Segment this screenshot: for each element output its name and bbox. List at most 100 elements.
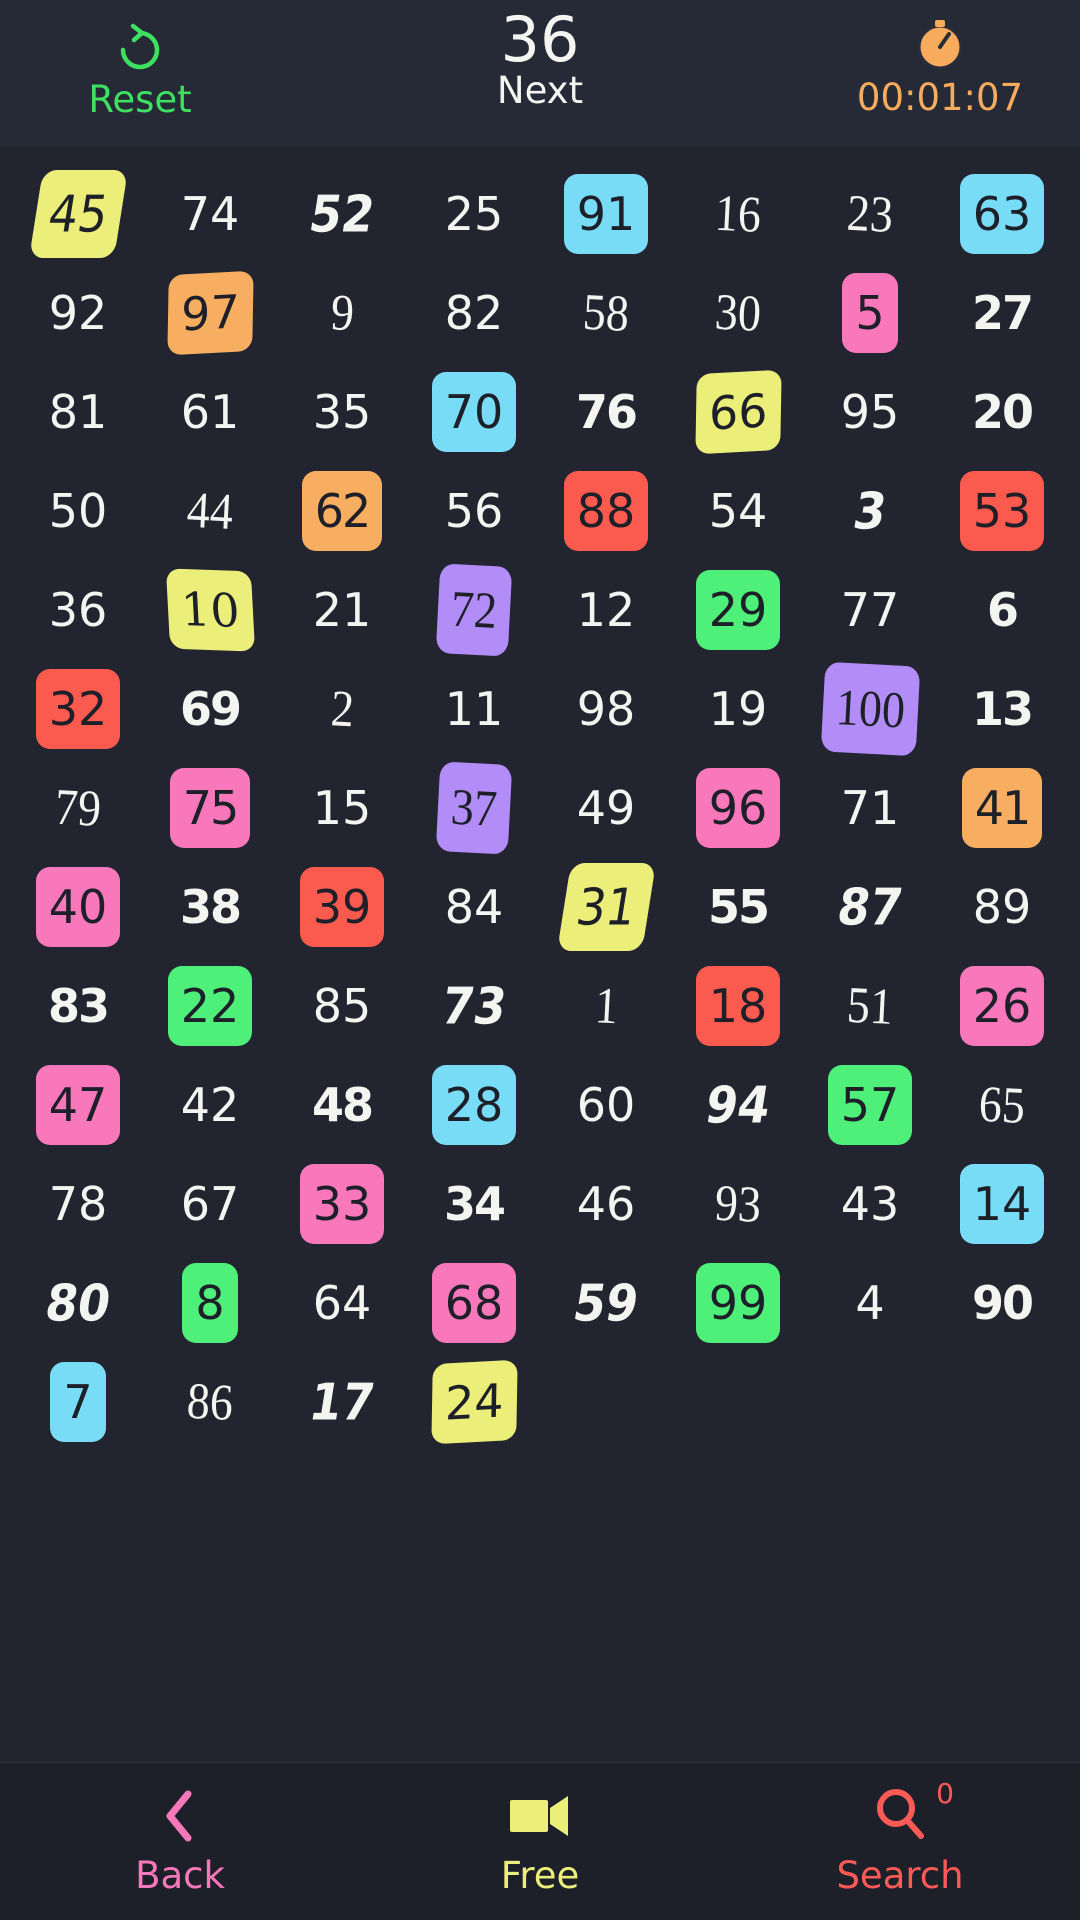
- number-tile[interactable]: 28: [431, 1064, 517, 1145]
- grid-cell[interactable]: 64: [276, 1253, 408, 1352]
- number-tile[interactable]: 30: [700, 266, 777, 359]
- grid-cell[interactable]: 93: [672, 1154, 804, 1253]
- grid-cell[interactable]: 86: [144, 1352, 276, 1451]
- grid-cell[interactable]: 49: [540, 758, 672, 857]
- number-tile[interactable]: 99: [695, 1262, 781, 1343]
- number-tile[interactable]: 69: [167, 669, 253, 749]
- grid-cell[interactable]: 66: [672, 362, 804, 461]
- number-tile[interactable]: 93: [700, 1157, 777, 1250]
- number-tile[interactable]: 49: [564, 768, 649, 848]
- grid-cell[interactable]: 1: [540, 956, 672, 1055]
- number-tile[interactable]: 55: [695, 867, 781, 947]
- grid-cell[interactable]: 44: [144, 461, 276, 560]
- grid-cell[interactable]: 62: [276, 461, 408, 560]
- number-tile[interactable]: 91: [563, 173, 649, 254]
- number-tile[interactable]: 39: [299, 866, 385, 947]
- number-tile[interactable]: 34: [431, 1164, 517, 1244]
- number-tile[interactable]: 95: [828, 372, 913, 452]
- number-tile[interactable]: 66: [695, 369, 781, 454]
- reset-button[interactable]: Reset: [40, 8, 240, 121]
- grid-cell[interactable]: 96: [672, 758, 804, 857]
- grid-cell[interactable]: 9: [276, 263, 408, 362]
- grid-cell[interactable]: 51: [804, 956, 936, 1055]
- number-tile[interactable]: 33: [299, 1163, 385, 1244]
- number-tile[interactable]: 73: [422, 962, 526, 1050]
- number-tile[interactable]: 14: [959, 1163, 1045, 1244]
- grid-cell[interactable]: 97: [144, 263, 276, 362]
- grid-cell[interactable]: 83: [12, 956, 144, 1055]
- number-tile[interactable]: 40: [35, 866, 121, 947]
- number-tile[interactable]: 23: [832, 167, 909, 260]
- grid-cell[interactable]: 53: [936, 461, 1068, 560]
- number-tile[interactable]: 85: [300, 966, 385, 1046]
- number-tile[interactable]: 12: [564, 570, 649, 650]
- grid-cell[interactable]: 85: [276, 956, 408, 1055]
- grid-cell[interactable]: 10: [144, 560, 276, 659]
- number-tile[interactable]: 78: [36, 1164, 121, 1244]
- number-tile[interactable]: 17: [290, 1358, 394, 1446]
- search-button[interactable]: 0 Search: [720, 1763, 1080, 1920]
- grid-cell[interactable]: 76: [540, 362, 672, 461]
- number-tile[interactable]: 64: [300, 1263, 385, 1343]
- number-tile[interactable]: 20: [959, 372, 1045, 452]
- grid-cell[interactable]: 72: [408, 560, 540, 659]
- number-tile[interactable]: 18: [695, 965, 781, 1046]
- number-tile[interactable]: 4: [842, 1263, 897, 1343]
- number-tile[interactable]: 80: [26, 1259, 130, 1347]
- number-tile[interactable]: 29: [695, 569, 781, 650]
- grid-cell[interactable]: 70: [408, 362, 540, 461]
- number-tile[interactable]: 42: [168, 1065, 253, 1145]
- grid-cell[interactable]: 82: [408, 263, 540, 362]
- grid-cell[interactable]: 32: [12, 659, 144, 758]
- number-tile[interactable]: 92: [36, 273, 121, 353]
- number-tile[interactable]: 53: [959, 470, 1045, 551]
- grid-cell[interactable]: 29: [672, 560, 804, 659]
- grid-cell[interactable]: 24: [408, 1352, 540, 1451]
- number-tile[interactable]: 54: [696, 471, 781, 551]
- grid-cell[interactable]: 31: [540, 857, 672, 956]
- number-tile[interactable]: 37: [435, 760, 513, 855]
- grid-cell[interactable]: 7: [12, 1352, 144, 1451]
- grid-cell[interactable]: 99: [672, 1253, 804, 1352]
- grid-cell[interactable]: 35: [276, 362, 408, 461]
- number-tile[interactable]: 51: [832, 959, 909, 1052]
- grid-cell[interactable]: 69: [144, 659, 276, 758]
- grid-cell[interactable]: 68: [408, 1253, 540, 1352]
- grid-cell[interactable]: 4: [804, 1253, 936, 1352]
- number-tile[interactable]: 60: [564, 1065, 649, 1145]
- grid-cell[interactable]: 34: [408, 1154, 540, 1253]
- grid-cell[interactable]: 55: [672, 857, 804, 956]
- grid-cell[interactable]: 15: [276, 758, 408, 857]
- grid-cell[interactable]: 26: [936, 956, 1068, 1055]
- number-tile[interactable]: 58: [568, 266, 645, 359]
- number-tile[interactable]: 31: [556, 862, 656, 951]
- grid-cell[interactable]: 81: [12, 362, 144, 461]
- number-tile[interactable]: 77: [828, 570, 913, 650]
- grid-cell[interactable]: 8: [144, 1253, 276, 1352]
- number-tile[interactable]: 35: [300, 372, 385, 452]
- number-tile[interactable]: 11: [432, 669, 517, 749]
- number-tile[interactable]: 67: [168, 1164, 253, 1244]
- grid-cell[interactable]: 36: [12, 560, 144, 659]
- number-tile[interactable]: 26: [959, 965, 1045, 1046]
- grid-cell[interactable]: 59: [540, 1253, 672, 1352]
- grid-cell[interactable]: 89: [936, 857, 1068, 956]
- number-tile[interactable]: 70: [431, 371, 517, 452]
- grid-cell[interactable]: 65: [936, 1055, 1068, 1154]
- number-tile[interactable]: 84: [432, 867, 517, 947]
- grid-cell[interactable]: 88: [540, 461, 672, 560]
- grid-cell[interactable]: 92: [12, 263, 144, 362]
- grid-cell[interactable]: 18: [672, 956, 804, 1055]
- number-tile[interactable]: 46: [564, 1164, 649, 1244]
- number-tile[interactable]: 82: [432, 273, 517, 353]
- number-tile[interactable]: 47: [35, 1064, 121, 1145]
- number-tile[interactable]: 5: [842, 272, 898, 353]
- number-tile[interactable]: 8: [182, 1262, 238, 1343]
- grid-cell[interactable]: 39: [276, 857, 408, 956]
- grid-cell[interactable]: 19: [672, 659, 804, 758]
- number-tile[interactable]: 76: [563, 372, 649, 452]
- number-tile[interactable]: 61: [168, 372, 253, 452]
- number-tile[interactable]: 9: [315, 266, 369, 358]
- number-tile[interactable]: 86: [172, 1355, 249, 1448]
- grid-cell[interactable]: 28: [408, 1055, 540, 1154]
